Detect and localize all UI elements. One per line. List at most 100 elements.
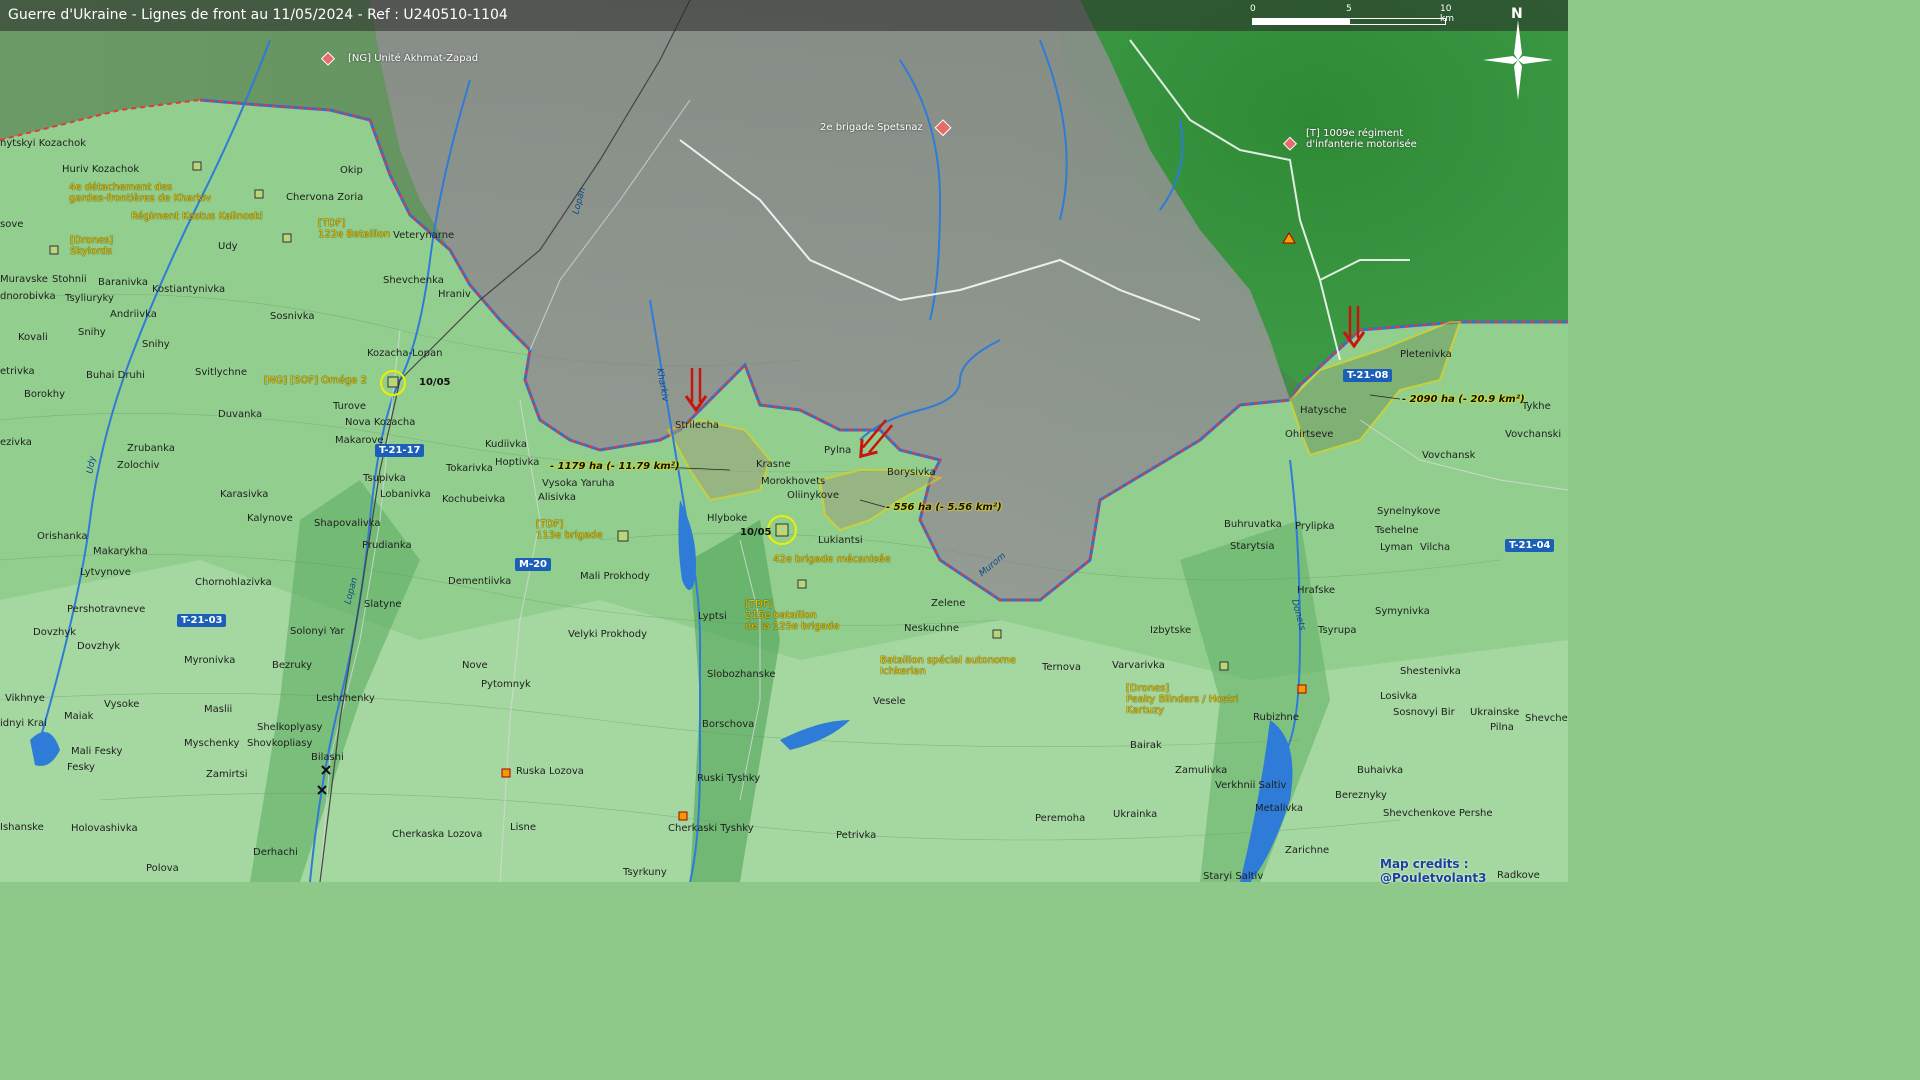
place-label: Lytvynove (80, 567, 131, 578)
place-label: Mali Prokhody (580, 571, 650, 582)
place-label: Varvarivka (1112, 660, 1165, 671)
road-badge: M-20 (515, 558, 552, 571)
place-label: Lobanivka (380, 489, 431, 500)
place-label: ezivka (0, 437, 32, 448)
place-label: Kozacha-Lopan (367, 348, 443, 359)
place-label: Zelene (931, 598, 966, 609)
unit-label-line: gardes-frontières de Kharkiv (69, 193, 212, 204)
place-label: Metalivka (1255, 803, 1304, 814)
place-label: Staryi Saltiv (1203, 871, 1264, 882)
place-label: Kovali (18, 332, 48, 343)
place-label: Shapovalivka (314, 518, 381, 529)
unit-label-line: d'infanterie motorisée (1306, 139, 1417, 150)
map-title: Guerre d'Ukraine - Lignes de front au 11… (8, 7, 508, 23)
place-label: Duvanka (218, 409, 263, 420)
unit-label-line: Bataillon spécial autonome (880, 655, 1016, 666)
unit-label-215: [TDF] 215e bataillon de la 125e brigade (745, 599, 839, 632)
place-label: Leshchenky (316, 693, 375, 704)
marker-bridge-3 (1297, 684, 1307, 694)
place-label: Synelnykove (1377, 506, 1441, 517)
place-label: Hatysche (1300, 405, 1347, 416)
place-label: Shevchenka (383, 275, 444, 286)
place-label: Prylipka (1295, 521, 1335, 532)
place-label: Vovchansk (1422, 450, 1476, 461)
place-label: Alisivka (538, 492, 577, 503)
place-label: Chervona Zoria (286, 192, 364, 203)
place-label: idnyi Krai (0, 718, 47, 729)
place-label: Vovchanski (1505, 429, 1562, 440)
place-label: Shevchenkove Pershe (1383, 808, 1493, 819)
place-label: Petrivka (836, 830, 877, 841)
place-label: Buhai Druhi (86, 370, 145, 381)
place-label: Cherkaski Tyshky (668, 823, 754, 834)
place-label: Turove (333, 401, 367, 412)
place-label: Andriivka (110, 309, 157, 320)
place-label: Tsyliuryky (65, 293, 114, 304)
place-label: Oliinykove (787, 490, 840, 501)
place-label: Muravske (0, 274, 48, 285)
marker-ichkerian (992, 629, 1002, 639)
place-label: Morokhovets (761, 476, 826, 487)
place-label: Hoptivka (495, 457, 540, 468)
place-label: Pershotravneve (67, 604, 146, 615)
unit-label-line: [TDF] (318, 218, 346, 229)
place-label: Dovzhyk (77, 641, 121, 652)
unit-label-113: [TDF] 113e brigade (536, 519, 603, 541)
place-label: Strilecha (675, 420, 720, 431)
map-credits: Map credits : @Pouletvolant3 (1380, 857, 1487, 885)
unit-label-line: Ichkerian (880, 666, 926, 677)
place-label: Bereznyky (1335, 790, 1387, 801)
place-label: Shestenivka (1400, 666, 1461, 677)
marker-215 (797, 579, 807, 589)
place-label: Losivka (1380, 691, 1418, 702)
place-label: Zamirtsi (206, 769, 248, 780)
place-label: Hraniv (438, 289, 471, 300)
place-label: Chornohlazivka (195, 577, 272, 588)
unit-label-line: 4e détachement des (69, 182, 173, 193)
place-label: Pletenivka (1400, 349, 1452, 360)
place-label: Maiak (64, 711, 94, 722)
place-label: Huriv Kozachok (62, 164, 140, 175)
place-label: Okip (340, 165, 363, 176)
unit-label-line: [Drones] (1126, 683, 1170, 694)
place-label: sove (0, 219, 24, 230)
place-label: Buhruvatka (1224, 519, 1282, 530)
place-label: Nove (462, 660, 488, 671)
place-label: Verkhnii Saltiv (1215, 780, 1287, 791)
place-label: Sosnovyi Bir (1393, 707, 1455, 718)
place-label: etrivka (0, 366, 35, 377)
marker-122 (282, 233, 292, 243)
place-label: Shelkoplyasy (257, 722, 323, 733)
place-label: Mali Fesky (71, 746, 123, 757)
place-label: Karasivka (220, 489, 269, 500)
place-label: Polova (146, 863, 179, 874)
place-label: Dovzhyk (33, 627, 77, 638)
place-label: dnorobivka (0, 291, 56, 302)
compass-rose-icon (1483, 20, 1553, 100)
place-label: Fesky (67, 762, 95, 773)
place-label: Kochubeivka (442, 494, 506, 505)
place-label: Holovashivka (71, 823, 138, 834)
place-label: Veterynarne (393, 230, 455, 241)
place-label: Prudianka (362, 540, 412, 551)
place-label: Dementiivka (448, 576, 512, 587)
place-label: Shovkopliasy (247, 738, 313, 749)
marker-skylords (49, 245, 59, 255)
place-label: Pytomnyk (481, 679, 531, 690)
place-label: Peremoha (1035, 813, 1086, 824)
place-label: Borschova (702, 719, 755, 730)
place-label: Hrafske (1297, 585, 1336, 596)
place-label: Derhachi (253, 847, 298, 858)
unit-label-skylords: [Drones] Skylords (70, 235, 113, 257)
place-label: Tsupivka (363, 473, 406, 484)
place-label: Cherkaska Lozova (392, 829, 483, 840)
place-label: Borokhy (24, 389, 66, 400)
place-label: Maslii (204, 704, 233, 715)
place-label: Slatyne (364, 599, 402, 610)
road-badge: T-21-03 (177, 614, 227, 627)
place-label: Tsehelne (1375, 525, 1419, 536)
place-label: Bilashi (311, 752, 344, 763)
place-label: Zarichne (1285, 845, 1330, 856)
place-label: Shevche (1525, 713, 1568, 724)
north-arrow: N (1483, 6, 1553, 100)
